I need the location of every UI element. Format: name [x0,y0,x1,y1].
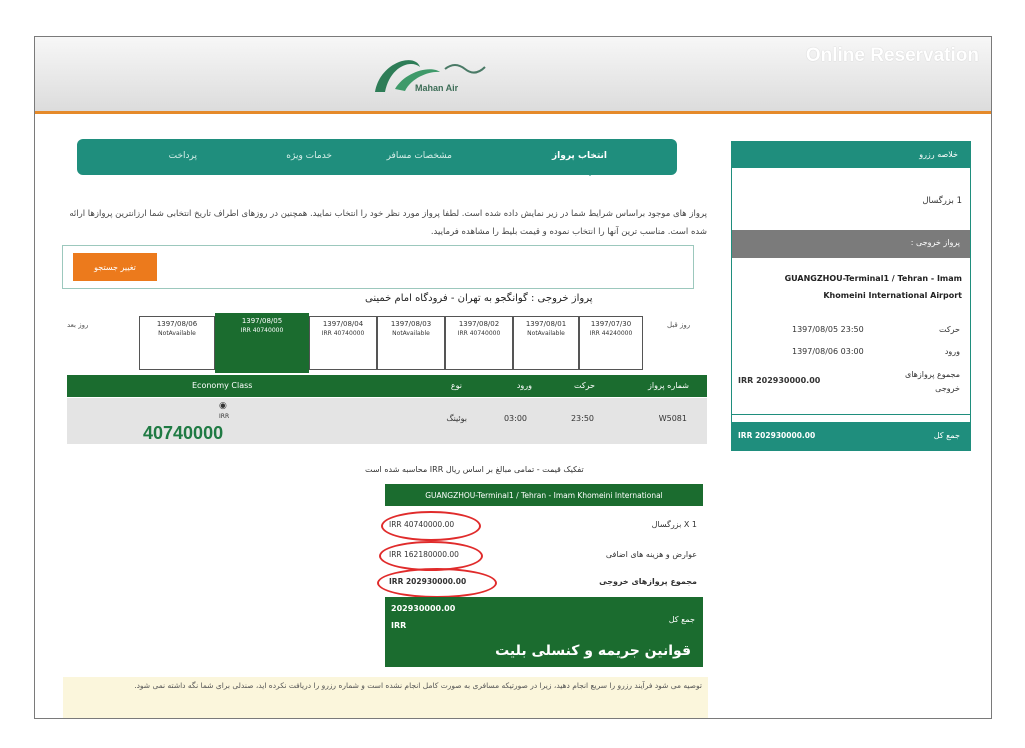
summary-route: GUANGZHOU-Terminal1 / Tehran - Imam Khom… [784,274,962,300]
date-cell[interactable]: 1397/07/30 IRR 44240000 [579,316,643,370]
cancellation-rules-link[interactable]: قوانین جریمه و کنسلی بلیت [495,643,691,659]
total-amount: 202930000.00 [391,604,456,613]
departure-time: 23:50 [570,414,594,423]
date-cell[interactable]: 1397/08/01 NotAvailable [513,316,579,370]
date-cell[interactable]: 1397/08/04 IRR 40740000 [309,316,377,370]
step-special-services[interactable]: خدمات ویژه [286,151,332,161]
summary-total-value: IRR 202930000.00 [738,431,816,440]
date-cell-date: 1397/08/04 [322,320,364,328]
summary-departure-value: 1397/08/05 23:50 [792,325,864,334]
highlight-oval [379,541,483,571]
booking-steps: انتخاب پرواز مشخصات مسافر خدمات ویژه پرد… [77,139,677,176]
date-cell-date: 1397/08/05 [241,317,283,325]
header-divider [35,111,991,114]
next-day-link[interactable]: روز بعد [67,321,88,329]
reservation-summary: خلاصه رزرو 1 بزرگسال پرواز خروجی : GUANG… [731,141,971,451]
date-cell-date: 1397/08/02 [458,320,500,328]
active-step-caret [583,169,597,176]
change-search-button[interactable]: تغییر جستجو [73,253,157,281]
date-cell[interactable]: 1397/08/02 IRR 40740000 [445,316,513,370]
date-cell-date: 1397/07/30 [590,320,632,328]
total-box: 202930000.00 IRR جمع کل قوانین جریمه و ک… [385,597,703,667]
brand-title: Online Reservation [805,45,979,66]
logo-text: Mahan Air [415,83,459,93]
date-cell-date: 1397/08/06 [156,320,198,328]
date-cell-price: IRR 40740000 [321,330,365,337]
date-cell-date: 1397/08/03 [390,320,432,328]
step-passenger-info[interactable]: مشخصات مسافر [387,151,452,161]
breakdown-route: GUANGZHOU-Terminal1 / Tehran - Imam Khom… [385,484,703,506]
date-cell-price: NotAvailable [527,330,565,337]
breakdown-title: تفکیک قیمت - تمامی مبالغ بر اساس ریال IR… [365,465,584,474]
date-cell-date: 1397/08/01 [525,320,567,328]
summary-subtotal-value: IRR 202930000.00 [738,376,821,385]
radio-select-icon[interactable]: ◉ [219,401,227,411]
col-arrival: ورود [516,381,532,390]
date-cell[interactable]: 1397/08/06 NotAvailable [139,316,215,370]
date-selector: روز قبل 1397/07/30 IRR 44240000 1397/08/… [67,313,707,375]
breakdown-label: عوارض و هزینه های اضافی [605,550,697,559]
highlight-oval [377,568,497,598]
summary-total-label: جمع کل [933,431,960,440]
summary-title: خلاصه رزرو [919,150,958,159]
total-label: جمع کل [668,615,695,624]
summary-arrival-value: 1397/08/06 03:00 [792,347,864,356]
change-search-box: تغییر جستجو [62,245,694,289]
page-frame: Mahan Air Online Reservation انتخاب پروا… [34,36,992,719]
summary-departure-label: حرکت [938,325,960,334]
flight-table-header: شماره پرواز حرکت ورود نوع Economy Class [67,375,707,397]
header: Mahan Air Online Reservation [35,37,991,111]
summary-subheader-label: پرواز خروجی : [910,238,960,247]
summary-passengers: 1 بزرگسال [922,196,962,206]
col-departure: حرکت [573,381,595,390]
logo-icon [375,60,486,92]
aircraft-type: بوئینگ [446,414,467,423]
date-cell-price: IRR 40740000 [457,330,501,337]
previous-day-link[interactable]: روز قبل [667,321,690,329]
reservation-note: توصیه می شود فرآیند رزرو را سریع انجام د… [63,677,708,718]
summary-total-bar: IRR 202930000.00 جمع کل [732,422,970,450]
col-aircraft: نوع [450,381,462,390]
price-currency: IRR [219,413,230,420]
summary-subtotal-label: مجموع پروازهای خروجی [904,370,960,393]
total-currency: IRR [391,621,407,630]
flight-number: W5081 [658,414,687,423]
intro-text: پرواز های موجود براساس شرایط شما در زیر … [69,209,707,237]
step-select-flight[interactable]: انتخاب پرواز [552,151,607,161]
col-economy-class: Economy Class [192,381,253,390]
date-cell-selected[interactable]: 1397/08/05 IRR 40740000 [215,313,309,373]
highlight-oval [381,511,481,541]
route-heading: پرواز خروجی : گوانگجو به تهران - فرودگاه… [365,293,593,304]
summary-subheader: پرواز خروجی : [732,230,970,258]
breakdown-label: مجموع پروازهای خروجی [599,577,697,586]
summary-divider [732,414,970,415]
date-cell-price: IRR 44240000 [589,330,633,337]
date-cell-price: NotAvailable [392,330,430,337]
date-cell-price: NotAvailable [158,330,196,337]
arrival-time: 03:00 [503,414,527,423]
col-flight-number: شماره پرواز [648,381,689,390]
date-cell[interactable]: 1397/08/03 NotAvailable [377,316,445,370]
date-cell-price: IRR 40740000 [240,327,284,334]
summary-header: خلاصه رزرو [732,142,970,168]
breakdown-label: 1 X بزرگسال [651,520,697,529]
step-payment[interactable]: پرداخت [169,151,197,161]
summary-arrival-label: ورود [944,347,960,356]
fare-price[interactable]: 40740000 [143,423,223,444]
